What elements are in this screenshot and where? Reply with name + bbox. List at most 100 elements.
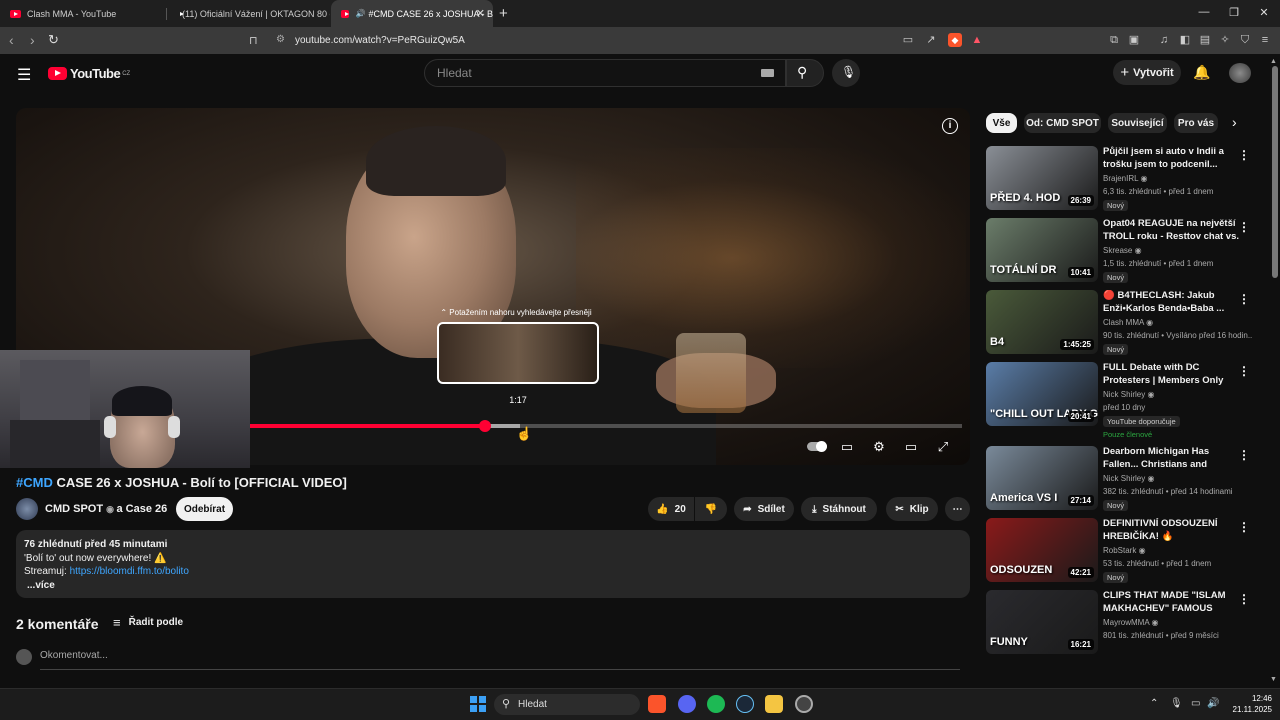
fullscreen-icon[interactable]: ⤢ <box>934 438 952 456</box>
recommendation-menu-icon[interactable]: ⋮ <box>1238 592 1250 606</box>
keyboard-icon[interactable] <box>761 69 774 77</box>
stream-link[interactable]: https://bloomdi.ffm.to/bolito <box>70 566 189 577</box>
windows-start-icon[interactable] <box>470 696 486 712</box>
search-button[interactable]: ⚲ <box>786 59 824 87</box>
recommendation-card[interactable]: FUNNY 16:21 CLIPS THAT MADE "ISLAM MAKHACH… <box>986 590 1256 654</box>
hashtag-link[interactable]: #CMD <box>16 475 53 490</box>
recommendation-title[interactable]: 🔴 B4THECLASH: Jakub Enži•Karlos Benda•Ba… <box>1103 290 1245 315</box>
browser-tab-active[interactable]: 🔊 #CMD CASE 26 x JOSHUA - B ✕ <box>331 0 493 27</box>
restore-icon[interactable]: ❐ <box>1227 6 1241 19</box>
recommendation-card[interactable]: "CHILL OUT LADY G 20:41 FULL Debate with D… <box>986 362 1256 439</box>
brave-rewards-icon[interactable]: ▲ <box>970 33 984 47</box>
recommendation-channel[interactable]: Nick Shirley ◉ <box>1103 474 1154 483</box>
recommendation-menu-icon[interactable]: ⋮ <box>1238 364 1250 378</box>
recommendation-channel[interactable]: RobStark ◉ <box>1103 546 1146 555</box>
file-explorer-taskbar-icon[interactable] <box>765 695 783 713</box>
recommendation-channel[interactable]: Skrease ◉ <box>1103 246 1142 255</box>
channel-name[interactable]: CMD SPOT <box>45 503 103 515</box>
recommendation-card[interactable]: ODSOUZEN 42:21 DEFINITIVNÍ ODSOUZENÍ HREBI… <box>986 518 1256 583</box>
recommendation-thumbnail[interactable]: FUNNY 16:21 <box>986 590 1098 654</box>
chip-for-you[interactable]: Pro vás <box>1174 113 1218 133</box>
taskbar-clock[interactable]: 12:46 21.11.2025 <box>1222 693 1272 715</box>
minimize-icon[interactable]: — <box>1197 6 1211 18</box>
forward-icon[interactable]: › <box>30 32 35 48</box>
page-scrollbar-thumb[interactable] <box>1272 66 1278 278</box>
wallet-icon[interactable]: ▤ <box>1198 33 1212 47</box>
steam-taskbar-icon[interactable] <box>736 695 754 713</box>
youtube-logo[interactable]: YouTube CZ <box>48 66 130 81</box>
hamburger-menu-icon[interactable]: ☰ <box>17 65 31 85</box>
recommendation-thumbnail[interactable]: America VS I 27:14 <box>986 446 1098 510</box>
channel-avatar[interactable] <box>16 498 38 520</box>
subtitles-icon[interactable]: ▭ <box>838 438 856 456</box>
settings-gear-icon[interactable]: ⚙ <box>870 438 888 456</box>
like-button[interactable]: 👍 20 <box>648 497 694 521</box>
chips-next-chevron-icon[interactable]: › <box>1232 114 1237 130</box>
recommendation-menu-icon[interactable]: ⋮ <box>1238 148 1250 162</box>
spotify-taskbar-icon[interactable] <box>707 695 725 713</box>
chip-related[interactable]: Související <box>1108 113 1167 133</box>
screenshot-icon[interactable]: ▣ <box>1127 33 1141 47</box>
more-actions-button[interactable]: ⋯ <box>945 497 970 521</box>
recommendation-channel[interactable]: BrajenIRL ◉ <box>1103 174 1148 183</box>
brave-shields-icon[interactable]: ◆ <box>948 33 962 47</box>
vpn-icon[interactable]: ⛉ <box>1238 33 1252 47</box>
recommendation-card[interactable]: TOTÁLNÍ DR 10:41 Opat04 REAGUJE na největš… <box>986 218 1256 283</box>
tray-microphone-icon[interactable]: 🎙 <box>1170 698 1183 709</box>
brave-taskbar-icon[interactable] <box>648 695 666 713</box>
clip-button[interactable]: ✂ Klip <box>886 497 938 521</box>
tray-network-icon[interactable]: ▭ <box>1191 698 1200 709</box>
obs-taskbar-icon[interactable] <box>795 695 813 713</box>
menu-icon[interactable]: ≡ <box>1258 33 1272 47</box>
recommendation-thumbnail[interactable]: ODSOUZEN 42:21 <box>986 518 1098 582</box>
recommendation-thumbnail[interactable]: TOTÁLNÍ DR 10:41 <box>986 218 1098 282</box>
recommendation-thumbnail[interactable]: "CHILL OUT LADY G 20:41 <box>986 362 1098 426</box>
comment-input[interactable]: Okomentovat... <box>40 650 960 670</box>
recommendation-card[interactable]: PŘED 4. HOD 26:39 Půjčil jsem si auto v In… <box>986 146 1256 211</box>
recommendation-card[interactable]: America VS I 27:14 Dearborn Michigan Has F… <box>986 446 1256 511</box>
video-description[interactable]: 76 zhlédnutí před 45 minutami 'Bolí to' … <box>16 530 970 598</box>
recommendation-menu-icon[interactable]: ⋮ <box>1238 292 1250 306</box>
recommendation-channel[interactable]: Nick Shirley ◉ <box>1103 390 1154 399</box>
chip-all[interactable]: Vše <box>986 113 1017 133</box>
new-tab-button[interactable]: + <box>499 5 508 22</box>
close-window-icon[interactable]: ✕ <box>1257 6 1271 19</box>
address-bar[interactable]: ⚙ youtube.com/watch?v=PeRGuizQw5A <box>268 31 990 50</box>
media-icon[interactable]: ♫ <box>1157 33 1171 47</box>
sidebar-toggle-icon[interactable]: ◧ <box>1178 33 1192 47</box>
tray-overflow-chevron-icon[interactable]: ⌃ <box>1150 698 1158 709</box>
search-input[interactable]: Hledat <box>424 59 786 87</box>
account-avatar[interactable] <box>1229 63 1251 83</box>
share-icon[interactable]: ↗ <box>924 33 938 47</box>
recommendation-thumbnail[interactable]: PŘED 4. HOD 26:39 <box>986 146 1098 210</box>
close-tab-icon[interactable]: ✕ <box>476 7 485 20</box>
share-button[interactable]: ➦ Sdílet <box>734 497 794 521</box>
cast-icon[interactable]: ▭ <box>901 33 915 47</box>
scroll-up-arrow-icon[interactable]: ▲ <box>1270 58 1277 65</box>
recommendation-title[interactable]: FULL Debate with DC Protesters | Members… <box>1103 362 1245 387</box>
recommendation-thumbnail[interactable]: B4 1:45:25 <box>986 290 1098 354</box>
download-button[interactable]: ⤓ Stáhnout <box>801 497 877 521</box>
tray-volume-icon[interactable]: 🔊 <box>1207 698 1219 709</box>
leo-ai-icon[interactable]: ✧ <box>1218 33 1232 47</box>
collab-channel[interactable]: a Case 26 <box>116 503 167 515</box>
progress-scrubber[interactable] <box>479 420 491 432</box>
info-icon[interactable]: i <box>942 118 958 134</box>
site-info-icon[interactable]: ⚙ <box>276 34 285 45</box>
autoplay-toggle-icon[interactable] <box>806 438 828 456</box>
extensions-icon[interactable]: ⧉ <box>1107 33 1121 47</box>
recommendation-title[interactable]: Dearborn Michigan Has Fallen... Christia… <box>1103 446 1245 472</box>
recommendation-title[interactable]: Půjčil jsem si auto v Indii a trošku jse… <box>1103 146 1245 172</box>
show-more-link[interactable]: ...více <box>24 579 962 593</box>
recommendation-title[interactable]: CLIPS THAT MADE "ISLAM MAKHACHEV" FAMOUS <box>1103 590 1245 615</box>
dislike-button[interactable]: 👎 <box>695 497 727 521</box>
reload-icon[interactable]: ↻ <box>48 32 59 48</box>
theater-mode-icon[interactable]: ▭ <box>902 438 920 456</box>
notifications-bell-icon[interactable]: 🔔 <box>1193 64 1210 81</box>
chip-from-channel[interactable]: Od: CMD SPOT <box>1024 113 1101 133</box>
discord-taskbar-icon[interactable] <box>678 695 696 713</box>
recommendation-title[interactable]: DEFINITIVNÍ ODSOUZENÍ HREBIČÍKA! 🔥 <box>1103 518 1245 543</box>
recommendation-menu-icon[interactable]: ⋮ <box>1238 520 1250 534</box>
recommendation-menu-icon[interactable]: ⋮ <box>1238 448 1250 462</box>
recommendation-channel[interactable]: MayrowMMA ◉ <box>1103 618 1158 627</box>
